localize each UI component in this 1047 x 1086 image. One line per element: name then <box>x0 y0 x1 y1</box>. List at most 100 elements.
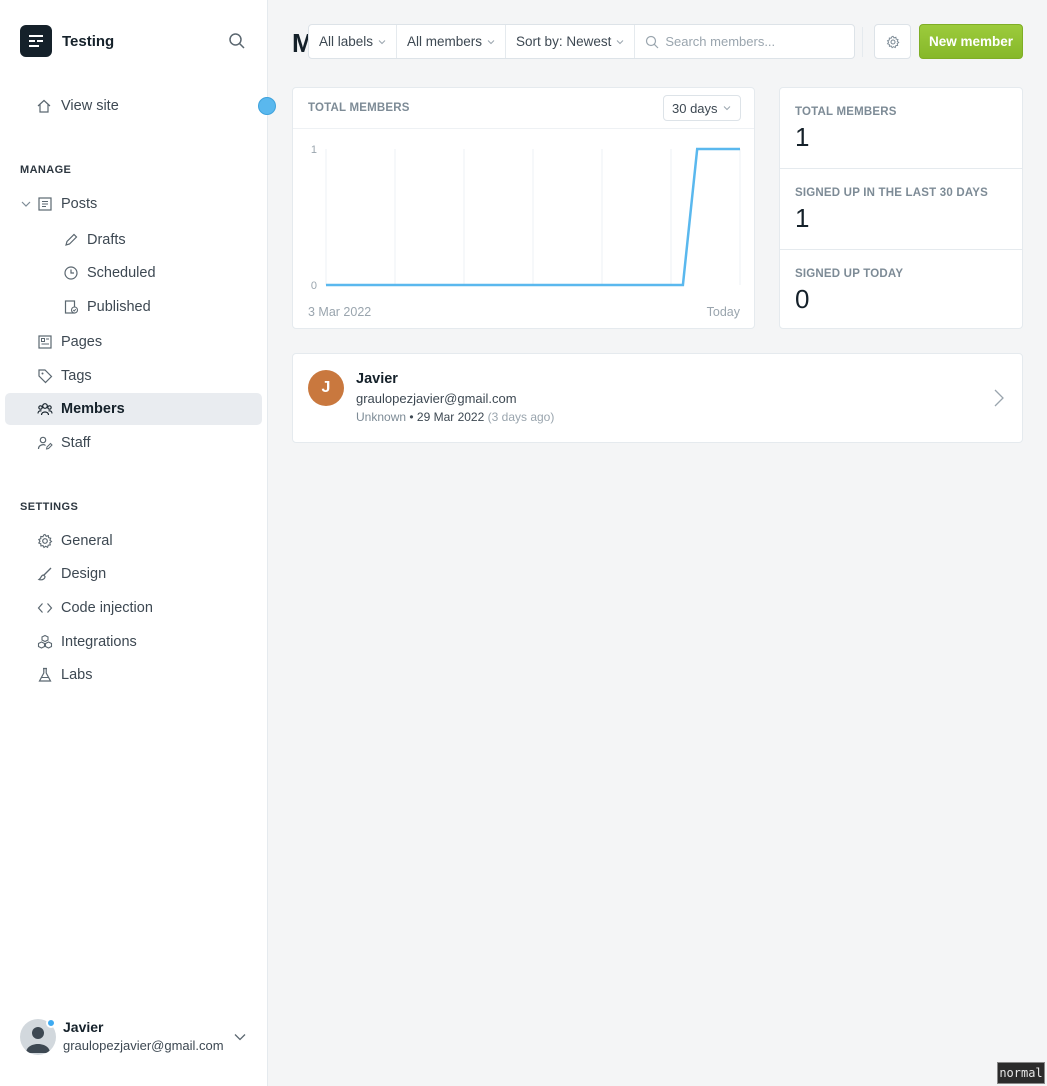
stat-label: SIGNED UP TODAY <box>795 268 904 280</box>
pencil-icon <box>63 232 79 248</box>
section-title-manage: MANAGE <box>20 164 72 176</box>
mode-indicator: normal <box>997 1062 1045 1084</box>
stat-label: SIGNED UP IN THE LAST 30 DAYS <box>795 187 989 199</box>
clock-icon <box>63 265 79 281</box>
brand[interactable]: Testing <box>20 25 114 57</box>
member-email: graulopezjavier@gmail.com <box>356 391 517 406</box>
stat-label: TOTAL MEMBERS <box>795 106 897 118</box>
sidebar-item-label: General <box>61 533 113 549</box>
sidebar-item-posts[interactable]: Posts <box>5 188 262 220</box>
sidebar-item-label: Pages <box>61 334 103 350</box>
sidebar-item-drafts[interactable]: Drafts <box>5 224 262 256</box>
flask-icon <box>37 667 53 683</box>
member-name: Javier <box>356 371 398 387</box>
chevron-right-icon <box>993 388 1005 408</box>
pages-icon <box>37 334 53 350</box>
home-icon <box>36 98 52 114</box>
new-member-button[interactable]: New member <box>919 24 1023 59</box>
members-filter-label: All members <box>407 34 483 49</box>
integrations-icon <box>37 634 53 650</box>
user-menu[interactable]: Javier graulopezjavier@gmail.com <box>20 1017 260 1057</box>
members-line-chart: 1 0 3 Mar 2022 Today <box>308 144 741 319</box>
chevron-down-icon <box>616 39 624 44</box>
sidebar-item-label: Published <box>87 299 151 315</box>
stat-total-members: TOTAL MEMBERS 1 <box>780 88 1022 169</box>
sidebar-item-tags[interactable]: Tags <box>5 360 262 392</box>
status-dot <box>46 1018 56 1028</box>
sidebar-item-published[interactable]: Published <box>5 291 262 323</box>
chevron-down-icon[interactable] <box>233 1030 247 1044</box>
y-tick-max: 1 <box>311 144 317 156</box>
members-icon <box>37 401 53 417</box>
sidebar-item-staff[interactable]: Staff <box>5 427 262 459</box>
user-name: Javier <box>63 1019 104 1035</box>
search-icon <box>646 35 659 48</box>
gear-icon <box>886 35 899 48</box>
published-icon <box>63 299 79 315</box>
list-item[interactable]: J Javier graulopezjavier@gmail.com Unkno… <box>292 353 1023 443</box>
member-ago: (3 days ago) <box>487 410 555 424</box>
code-icon <box>37 600 53 616</box>
range-select[interactable]: 30 days <box>663 95 741 121</box>
members-filter[interactable]: All members <box>397 25 507 58</box>
sidebar-item-label: Tags <box>61 368 92 384</box>
labels-filter-label: All labels <box>319 34 374 49</box>
sort-filter-label: Sort by: Newest <box>516 34 612 49</box>
chevron-down-icon <box>378 39 386 44</box>
members-chart-card: TOTAL MEMBERS 30 days 1 0 3 Mar 2022 Tod… <box>292 87 755 329</box>
search-box <box>635 25 854 58</box>
sidebar-item-integrations[interactable]: Integrations <box>5 626 262 658</box>
y-tick-min: 0 <box>311 280 317 292</box>
sidebar-item-code-injection[interactable]: Code injection <box>5 592 262 624</box>
sidebar-item-pages[interactable]: Pages <box>5 326 262 358</box>
sidebar-item-scheduled[interactable]: Scheduled <box>5 257 262 289</box>
sort-filter[interactable]: Sort by: Newest <box>506 25 636 58</box>
search-icon[interactable] <box>228 32 246 50</box>
sidebar-item-label: Staff <box>61 435 91 451</box>
x-tick-end: Today <box>707 305 741 319</box>
sidebar-item-label: Posts <box>61 196 98 212</box>
member-meta: Unknown • 29 Mar 2022 (3 days ago) <box>356 410 555 424</box>
sidebar-item-label: Scheduled <box>87 265 156 281</box>
filter-bar: All labels All members Sort by: Newest <box>308 24 856 59</box>
range-select-value: 30 days <box>672 100 718 116</box>
sidebar-item-label: Labs <box>61 667 93 683</box>
stat-value: 1 <box>795 203 810 233</box>
sidebar-item-label: View site <box>61 98 119 114</box>
section-title-settings: SETTINGS <box>20 501 79 513</box>
chevron-down-icon <box>723 106 730 111</box>
search-input[interactable] <box>665 34 846 49</box>
sidebar-item-general[interactable]: General <box>5 525 262 557</box>
member-location: Unknown <box>356 410 407 424</box>
stat-value: 0 <box>795 284 810 314</box>
sidebar-item-design[interactable]: Design <box>5 558 262 590</box>
chart-title: TOTAL MEMBERS <box>308 102 410 114</box>
site-name: Testing <box>62 32 115 50</box>
tag-icon <box>37 368 53 384</box>
sidebar-item-labs[interactable]: Labs <box>5 659 262 691</box>
user-email: graulopezjavier@gmail.com <box>63 1038 224 1053</box>
sidebar-item-label: Integrations <box>61 634 137 650</box>
sidebar-item-label: Drafts <box>87 232 126 248</box>
notification-dot[interactable] <box>258 97 276 115</box>
sidebar-item-members[interactable]: Members <box>5 393 262 425</box>
sidebar-item-label: Members <box>61 401 125 417</box>
posts-icon <box>37 196 53 212</box>
stat-signed-up-today: SIGNED UP TODAY 0 <box>780 250 1022 331</box>
sidebar-item-label: Code injection <box>61 600 153 616</box>
site-logo-icon <box>20 25 52 57</box>
member-date: 29 Mar 2022 <box>416 410 485 424</box>
labels-filter[interactable]: All labels <box>309 25 398 58</box>
settings-button[interactable] <box>874 24 911 59</box>
x-tick-start: 3 Mar 2022 <box>308 305 371 319</box>
staff-icon <box>37 435 53 451</box>
chevron-down-icon <box>487 39 495 44</box>
gear-icon <box>37 533 53 549</box>
sidebar-item-view-site[interactable]: View site <box>5 90 262 122</box>
stats-card: TOTAL MEMBERS 1 SIGNED UP IN THE LAST 30… <box>779 87 1023 329</box>
stat-value: 1 <box>795 122 810 152</box>
chart-header: TOTAL MEMBERS 30 days <box>293 88 754 129</box>
brush-icon <box>37 566 53 582</box>
stat-signed-up-30-days: SIGNED UP IN THE LAST 30 DAYS 1 <box>780 169 1022 250</box>
sidebar: Testing View site MANAGE Posts Drafts Sc… <box>0 0 276 1086</box>
